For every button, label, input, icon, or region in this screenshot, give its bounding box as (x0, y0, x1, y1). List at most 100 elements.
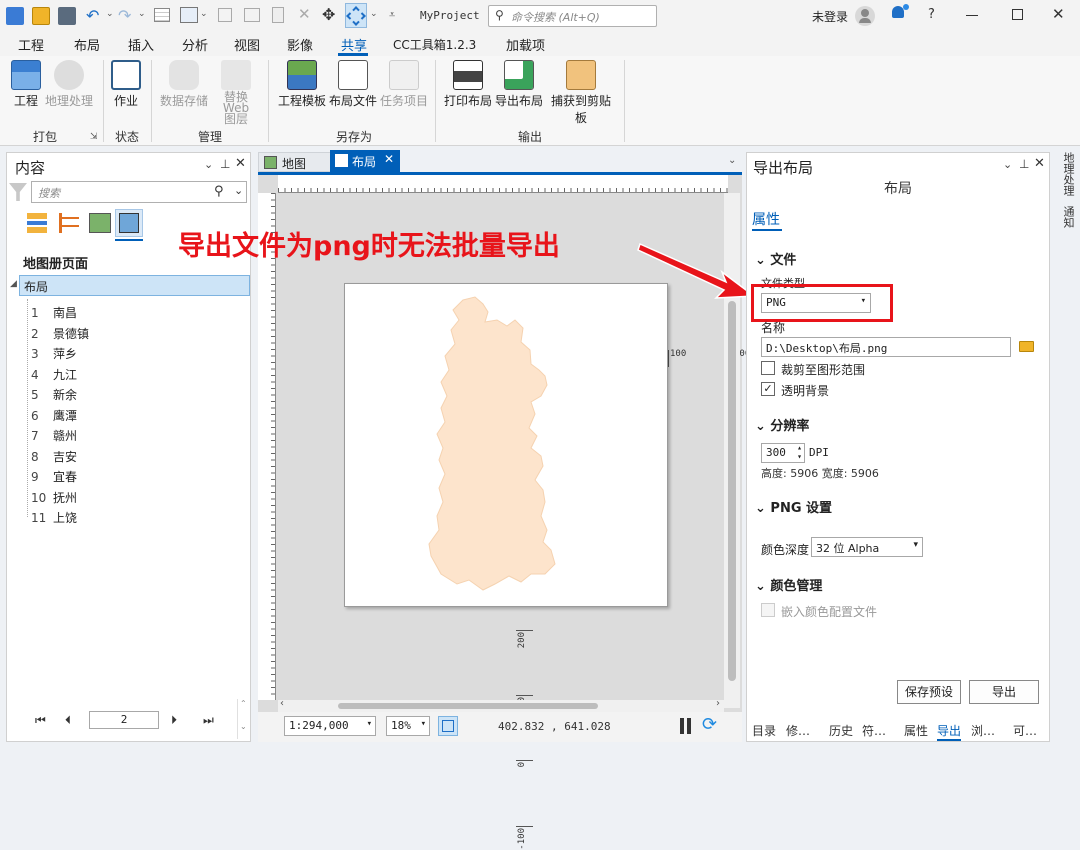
bottom-tab[interactable]: 导出 (937, 722, 962, 741)
bottom-tab[interactable]: 修… (786, 722, 810, 739)
task-item-button[interactable]: 任务项目 (380, 58, 428, 109)
bottom-tab[interactable]: 浏… (971, 722, 995, 739)
help-button[interactable]: ? (928, 7, 935, 22)
export-button[interactable]: 导出 (969, 680, 1039, 704)
tab-layout-view[interactable]: 布局 ✕ (330, 150, 400, 172)
tab-view[interactable]: 视图 (234, 35, 260, 54)
explore-tool-icon[interactable] (345, 3, 367, 28)
tab-analysis[interactable]: 分析 (182, 35, 208, 54)
tab-layout[interactable]: 布局 (74, 35, 100, 54)
pin-icon[interactable]: ⊥ (1019, 157, 1029, 171)
maximize-button[interactable] (1012, 9, 1023, 20)
file-section-header[interactable]: ⌄ 文件 (755, 249, 796, 268)
refresh-icon[interactable]: ⟳ (702, 714, 717, 735)
export-layout-button[interactable]: 导出布局 (495, 58, 543, 109)
job-button[interactable]: 作业 (110, 58, 142, 109)
edit-icon[interactable] (244, 8, 260, 22)
list-item[interactable]: 9 宜春 (31, 467, 77, 487)
replace-web-layer-button[interactable]: 替换 Web 图层 (210, 58, 262, 125)
side-tab-notifications[interactable]: 通知 (1054, 206, 1076, 240)
color-depth-select[interactable]: 32 位 Alpha ▾ (811, 537, 923, 557)
contents-search-input[interactable]: 搜索 ⚲ ⌄ (31, 181, 247, 203)
tab-addins[interactable]: 加载项 (506, 35, 545, 54)
next-page-button[interactable]: ⏵ (171, 713, 177, 728)
pin-icon[interactable]: ⊥ (220, 157, 230, 171)
filter-icon[interactable] (9, 183, 27, 201)
close-icon[interactable]: ✕ (298, 5, 311, 23)
tree-root-layout[interactable]: ◢ 布局 (10, 275, 250, 296)
tab-imagery[interactable]: 影像 (287, 35, 313, 54)
delete-icon[interactable] (272, 7, 284, 23)
save-preset-button[interactable]: 保存预设 (897, 680, 961, 704)
bottom-tab[interactable]: 属性 (904, 722, 928, 739)
project-package-button[interactable]: 工程 (8, 58, 44, 109)
chevron-down-icon[interactable]: ⌄ (370, 9, 378, 19)
bottom-tab[interactable]: 符… (862, 722, 886, 739)
search-icon[interactable]: ⚲ (214, 184, 224, 199)
move-icon[interactable]: ✥ (322, 5, 335, 24)
list-by-source-icon[interactable] (59, 213, 79, 233)
select-icon[interactable] (180, 7, 198, 23)
list-by-drawing-order-icon[interactable] (27, 213, 47, 233)
close-icon[interactable]: ✕ (384, 152, 394, 166)
geoprocessing-package-button[interactable]: 地理处理 (44, 58, 94, 109)
print-layout-button[interactable]: 打印布局 (444, 58, 492, 109)
bottom-tab[interactable]: 目录 (752, 722, 776, 739)
scroll-thumb[interactable] (338, 703, 598, 709)
chevron-down-icon[interactable]: ⌄ (200, 9, 208, 19)
bottom-tab[interactable]: 可… (1013, 722, 1037, 739)
command-search-input[interactable]: ⚲ 命令搜索 (Alt+Q) (488, 5, 657, 27)
close-window-button[interactable]: ✕ (1052, 5, 1065, 23)
browse-folder-icon[interactable] (1019, 341, 1034, 352)
list-by-page-icon[interactable] (115, 209, 143, 237)
list-item[interactable]: 6 鹰潭 (31, 406, 77, 426)
scrollbar[interactable]: ⌃ ⌄ (237, 699, 249, 739)
capture-to-clipboard-button[interactable]: 捕获到剪贴板 (546, 58, 616, 126)
tab-cc-toolbox[interactable]: CC工具箱1.2.3 (393, 36, 476, 53)
page-number-input[interactable]: 2 (89, 711, 159, 729)
list-item[interactable]: 4 九江 (31, 365, 77, 385)
tab-project[interactable]: 工程 (18, 35, 44, 54)
list-item[interactable]: 7 赣州 (31, 426, 77, 446)
horizontal-scrollbar[interactable]: ‹ › (278, 698, 724, 712)
list-item[interactable]: 11 上饶 (31, 508, 77, 528)
list-item[interactable]: 1 南昌 (31, 303, 77, 323)
close-icon[interactable]: ✕ (1034, 156, 1045, 171)
list-item[interactable]: 5 新余 (31, 385, 77, 405)
avatar[interactable] (855, 6, 875, 26)
undo-icon[interactable]: ↶ (86, 6, 99, 25)
scale-selector[interactable]: 1:294,000 ▾ (284, 716, 376, 736)
clip-to-graphics-checkbox[interactable] (761, 361, 775, 375)
last-page-button[interactable]: ⏭ (203, 713, 214, 728)
save-icon[interactable] (58, 7, 76, 25)
list-by-map-icon[interactable] (89, 213, 111, 233)
close-icon[interactable]: ✕ (235, 156, 246, 171)
bottom-tab[interactable]: 历史 (829, 722, 853, 739)
user-status[interactable]: 未登录 (812, 8, 848, 25)
resolution-section-header[interactable]: ⌄ 分辨率 (755, 415, 809, 434)
embed-profile-checkbox[interactable] (761, 603, 775, 617)
list-item[interactable]: 3 萍乡 (31, 344, 77, 364)
list-item[interactable]: 10 抚州 (31, 488, 77, 508)
project-template-button[interactable]: 工程模板 (278, 58, 326, 109)
zoom-selector[interactable]: 18% ▾ (386, 716, 430, 736)
notification-icon[interactable] (892, 4, 909, 22)
chevron-down-icon[interactable]: ⌄ (728, 155, 736, 166)
minimize-button[interactable] (966, 15, 978, 16)
dpi-stepper[interactable]: 300 ▴ ▾ (761, 443, 805, 463)
scroll-thumb[interactable] (728, 301, 736, 681)
chevron-down-icon[interactable]: ⌄ (138, 9, 146, 19)
list-item[interactable]: 8 吉安 (31, 447, 77, 467)
pause-drawing-icon[interactable] (680, 718, 684, 734)
layout-file-button[interactable]: 布局文件 (329, 58, 377, 109)
chevron-down-icon[interactable]: ⌄ (1003, 158, 1012, 171)
new-project-icon[interactable] (6, 7, 24, 25)
tab-insert[interactable]: 插入 (128, 35, 154, 54)
first-page-button[interactable]: ⏮ (35, 713, 46, 728)
transparent-bg-checkbox[interactable]: ✓ (761, 382, 775, 396)
open-folder-icon[interactable] (32, 7, 50, 25)
color-management-section-header[interactable]: ⌄ 颜色管理 (755, 575, 822, 594)
collapse-icon[interactable]: ◢ (10, 279, 17, 289)
side-tab-geoprocessing[interactable]: 地理处理 (1054, 152, 1076, 210)
tab-properties[interactable]: 属性 (752, 209, 780, 229)
